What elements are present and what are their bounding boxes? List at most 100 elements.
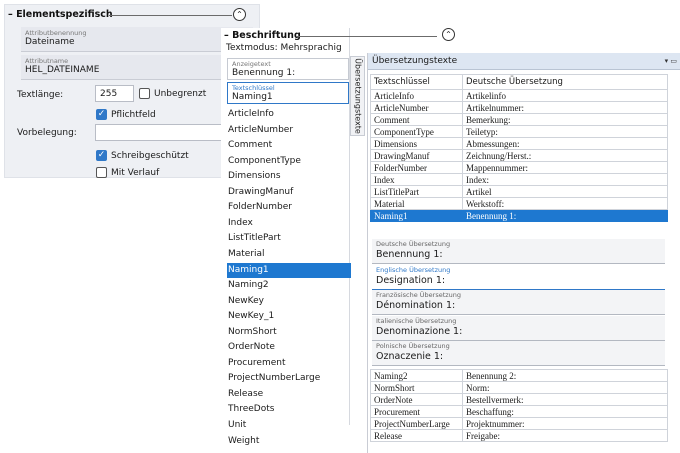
table-row[interactable]: Release Freigabe: <box>370 429 668 442</box>
translation-field[interactable]: Deutsche Übersetzung Benennung 1: <box>372 239 665 264</box>
table-row[interactable]: Comment Bemerkung: <box>370 113 668 126</box>
required-checkbox[interactable]: ✓ Pflichtfeld <box>96 109 156 120</box>
list-item[interactable]: Naming2 <box>227 278 351 293</box>
list-item[interactable]: ArticleNumber <box>227 123 351 138</box>
list-item[interactable]: ProjectNumberLarge <box>227 371 351 386</box>
cell-german-translation: Benennung 1: <box>462 209 668 222</box>
table-row[interactable]: Index Index: <box>370 173 668 186</box>
list-item[interactable]: NewKey_1 <box>227 309 351 324</box>
collapse-icon[interactable]: ⌃ <box>233 8 246 21</box>
table-row[interactable]: Procurement Beschaffung: <box>370 405 668 418</box>
list-item[interactable]: Comment <box>227 138 351 153</box>
table-row[interactable]: ComponentType Teiletyp: <box>370 125 668 138</box>
table-row[interactable]: ProjectNumberLarge Projektnummer: <box>370 417 668 430</box>
translations-table-bottom: Naming2 Benennung 2: NormShort Norm: OrderNo… <box>370 369 668 442</box>
panel-title-bar: Übersetzungstexte ▾ ▭ <box>368 53 680 70</box>
with-history-checkbox[interactable]: Mit Verlauf <box>96 167 159 178</box>
section-title-beschriftung: – Beschriftung <box>224 30 301 41</box>
list-item[interactable]: Release <box>227 387 351 402</box>
collapse-icon[interactable]: ⌃ <box>442 28 455 41</box>
checkbox-box[interactable] <box>96 167 107 178</box>
unlimited-label: Unbegrenzt <box>154 88 207 99</box>
text-length-label: Textlänge: <box>17 90 64 100</box>
column-header-key[interactable]: Textschlüssel <box>370 74 463 90</box>
uebersetzungstexte-panel: Übersetzungstexte ▾ ▭ Textschlüssel Deut… <box>367 53 680 453</box>
with-history-label: Mit Verlauf <box>111 167 160 178</box>
text-length-input[interactable]: 255 <box>95 85 134 102</box>
cell-text-key: Material <box>370 197 463 210</box>
table-row[interactable]: NormShort Norm: <box>370 381 668 394</box>
table-row[interactable]: OrderNote Bestellvermerk: <box>370 393 668 406</box>
checkbox-checked-icon[interactable]: ✓ <box>96 109 107 120</box>
list-item[interactable]: ArticleInfo <box>227 107 351 122</box>
list-item[interactable]: ListTitlePart <box>227 231 351 246</box>
table-row[interactable]: ArticleNumber Artikelnummer: <box>370 101 668 114</box>
cell-text-key: Comment <box>370 113 463 126</box>
table-row[interactable]: Naming1 Benennung 1: <box>370 209 668 222</box>
attribute-name-field: Attributname HEL_DATEINAME <box>21 55 253 80</box>
list-item[interactable]: Weight <box>227 434 351 449</box>
section-title-text: Beschriftung <box>232 30 301 41</box>
attribute-name-value: HEL_DATEINAME <box>25 65 100 75</box>
translation-field[interactable]: Französische Übersetzung Dénomination 1: <box>372 290 665 315</box>
panel-menu-icon[interactable]: ▾ ▭ <box>665 53 677 70</box>
translation-field[interactable]: Englische Übersetzung Designation 1: <box>372 264 665 290</box>
list-item[interactable]: Procurement <box>227 356 351 371</box>
translation-field[interactable]: Italienische Übersetzung Denominazione 1: <box>372 315 665 341</box>
list-item[interactable]: Unit <box>227 418 351 433</box>
panel-title: Übersetzungstexte <box>372 56 458 66</box>
text-key-caption: Textschlüssel <box>232 84 275 92</box>
list-item[interactable]: ComponentType <box>227 154 351 169</box>
cell-german-translation: Werkstoff: <box>462 197 668 210</box>
cell-text-key: DrawingManuf <box>370 149 463 162</box>
translation-value: Benennung 1: <box>376 249 443 260</box>
cell-german-translation: Projektnummer: <box>462 417 668 430</box>
list-item[interactable]: Index <box>227 216 351 231</box>
tab-label: Übersetzungstexte <box>353 58 362 134</box>
list-item[interactable]: NormShort <box>227 325 351 340</box>
text-key-value: Naming1 <box>232 92 273 102</box>
tab-uebersetzungstexte[interactable]: Übersetzungstexte <box>350 56 365 136</box>
column-header-german[interactable]: Deutsche Übersetzung <box>462 74 668 90</box>
cell-text-key: FolderNumber <box>370 161 463 174</box>
table-row[interactable]: Naming2 Benennung 2: <box>370 369 668 382</box>
list-item[interactable]: DrawingManuf <box>227 185 351 200</box>
table-row[interactable]: FolderNumber Mappennummer: <box>370 161 668 174</box>
table-row[interactable]: DrawingManuf Zeichnung/Herst.: <box>370 149 668 162</box>
beschriftung-panel: – Beschriftung Textmodus: Mehrsprachig A… <box>221 28 437 446</box>
list-item[interactable]: OrderNote <box>227 340 351 355</box>
list-item[interactable]: NewKey <box>227 294 351 309</box>
display-text-caption: Anzeigetext <box>232 60 271 68</box>
checkbox-checked-icon[interactable]: ✓ <box>96 150 107 161</box>
table-row[interactable]: Material Werkstoff: <box>370 197 668 210</box>
cell-german-translation: Beschaffung: <box>462 405 668 418</box>
cell-text-key: Release <box>370 429 463 442</box>
translation-language-caption: Deutsche Übersetzung <box>376 240 451 248</box>
unlimited-checkbox[interactable]: Unbegrenzt <box>139 88 206 99</box>
translation-value: Denominazione 1: <box>376 325 463 337</box>
table-header-row: Textschlüssel Deutsche Übersetzung <box>370 74 668 90</box>
table-row[interactable]: ListTitlePart Artikel <box>370 185 668 198</box>
cell-text-key: ArticleNumber <box>370 101 463 114</box>
cell-german-translation: Teiletyp: <box>462 125 668 138</box>
cell-german-translation: Index: <box>462 173 668 186</box>
list-item[interactable]: ThreeDots <box>227 402 351 417</box>
table-row[interactable]: Dimensions Abmessungen: <box>370 137 668 150</box>
list-item[interactable]: FolderNumber <box>227 200 351 215</box>
table-row[interactable]: ArticleInfo Artikelinfo <box>370 89 668 102</box>
cell-text-key: ArticleInfo <box>370 89 463 102</box>
checkbox-box[interactable] <box>139 88 150 99</box>
cell-german-translation: Artikel <box>462 185 668 198</box>
list-item[interactable]: Dimensions <box>227 169 351 184</box>
text-key-field[interactable]: Textschlüssel Naming1 <box>227 82 349 104</box>
cell-text-key: Naming1 <box>370 209 463 222</box>
cell-text-key: ProjectNumberLarge <box>370 417 463 430</box>
display-text-field[interactable]: Anzeigetext Benennung 1: <box>227 58 349 80</box>
list-item[interactable]: Naming1 <box>227 262 351 278</box>
list-item[interactable]: Material <box>227 247 351 262</box>
display-text-value: Benennung 1: <box>232 68 296 78</box>
translation-field[interactable]: Polnische Übersetzung Oznaczenie 1: <box>372 341 665 366</box>
cell-german-translation: Freigabe: <box>462 429 668 442</box>
attribute-name-caption: Attributname <box>25 57 69 65</box>
write-protected-checkbox[interactable]: ✓ Schreibgeschützt <box>96 150 189 161</box>
